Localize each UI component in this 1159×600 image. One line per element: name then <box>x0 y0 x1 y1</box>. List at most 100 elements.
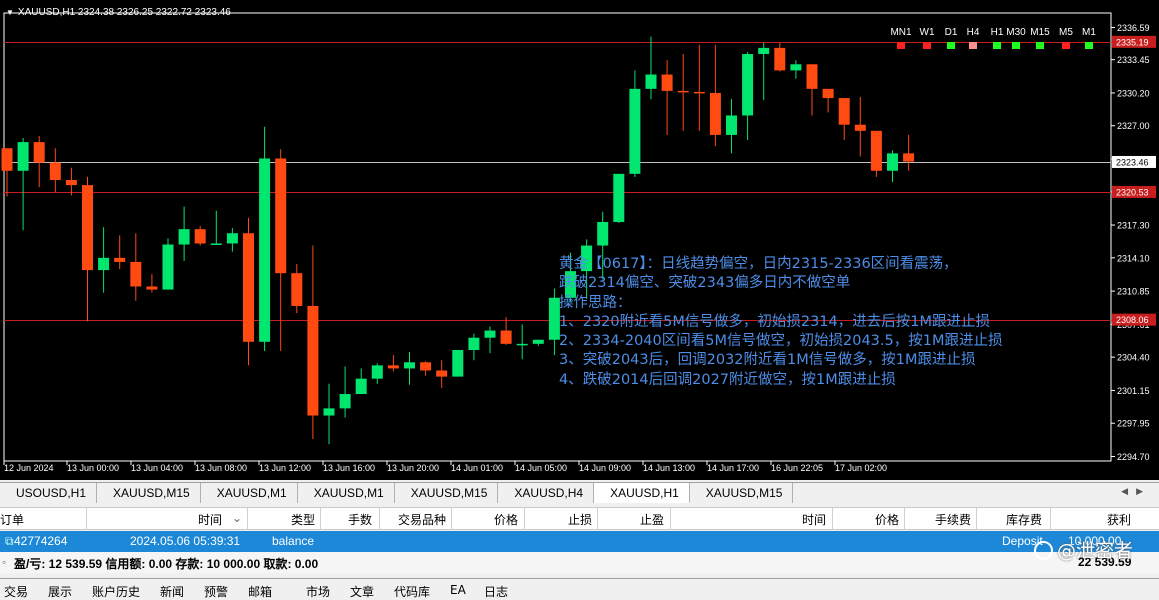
timeframe-mn1: MN1 <box>889 27 913 49</box>
toolbox-tab-trade[interactable]: 交易 <box>4 583 28 600</box>
annotation-line: 黄金【0617】：日线趋势偏空，日内2315-2336区间看震荡， <box>559 256 958 272</box>
collapse-triangle-icon[interactable]: ▼ <box>6 8 14 17</box>
watermark-logo-icon <box>1034 541 1053 560</box>
hline-price-tag: 2320.53 <box>1116 187 1149 197</box>
chart-tab-active[interactable]: XAUUSD,H1 <box>594 483 690 503</box>
timeframe-label: M1 <box>1082 27 1096 38</box>
candle-body <box>291 273 303 306</box>
candle-body <box>210 243 222 245</box>
timeframe-status-icon <box>923 42 931 49</box>
candle-body <box>613 173 625 222</box>
time-tick-label: 13 Jun 16:00 <box>323 463 375 473</box>
timeframe-m1: M1 <box>1077 27 1101 49</box>
timeframe-status-icon <box>897 42 905 49</box>
timeframe-status-icon <box>1062 42 1070 49</box>
chart-tab[interactable]: XAUUSD,M1 <box>298 483 395 503</box>
chart-tab[interactable]: XAUUSD,M15 <box>97 483 201 503</box>
candle-body <box>758 47 770 55</box>
candle-body <box>452 349 464 377</box>
candle-body <box>774 47 786 71</box>
toolbox-tab-alerts[interactable]: 预警 <box>204 583 228 600</box>
toolbox-tab-articles[interactable]: 文章 <box>350 583 374 600</box>
candle-body <box>420 362 432 371</box>
col-swap[interactable]: 库存费 <box>1006 511 1042 528</box>
candle-body <box>82 185 93 271</box>
chart-tab[interactable]: XAUUSD,M15 <box>690 483 794 503</box>
chart-tab[interactable]: XAUUSD,M15 <box>395 483 499 503</box>
sort-desc-icon[interactable]: ⌄ <box>232 511 242 525</box>
time-tick-label: 13 Jun 00:00 <box>67 463 119 473</box>
timeframe-label: M5 <box>1059 27 1073 38</box>
annotation-line: 1、2320附近看5M信号做多，初始损2314，进去后按1M跟进止损 <box>559 313 990 330</box>
chart-tab[interactable]: XAUUSD,M1 <box>201 483 298 503</box>
candle-body <box>677 90 689 93</box>
timeframe-status-icon <box>1036 42 1044 49</box>
col-commission[interactable]: 手续费 <box>935 511 971 528</box>
col-price[interactable]: 价格 <box>494 511 518 528</box>
time-tick-label: 13 Jun 12:00 <box>259 463 311 473</box>
candle-body <box>838 98 850 125</box>
col-close-time[interactable]: 时间 <box>802 511 826 528</box>
balance-row-icon: ⧉ <box>5 534 14 548</box>
toolbox-tab-bar: 交易 展示 账户历史 新闻 预警 邮箱 市场 文章 代码库 EA 日志 <box>0 578 1159 599</box>
time-tick-label: 17 Jun 02:00 <box>835 463 887 473</box>
candle-body <box>468 337 480 350</box>
col-volume[interactable]: 手数 <box>348 511 372 528</box>
hline-price-tag: 2335.19 <box>1116 37 1149 47</box>
symbol-info: ▼ XAUUSD,H1 2324.38 2326.25 2322.72 2323.… <box>6 7 231 18</box>
timeframe-w1: W1 <box>915 27 939 49</box>
candle-body <box>194 229 206 244</box>
toolbox-tab-codebase[interactable]: 代码库 <box>394 583 430 600</box>
toolbox-tab-history[interactable]: 账户历史 <box>92 583 140 600</box>
candle-body <box>162 244 174 290</box>
col-take-profit[interactable]: 止盈 <box>640 511 664 528</box>
toolbox-tab-journal[interactable]: 日志 <box>484 583 508 600</box>
timeframe-label: MN1 <box>890 27 912 38</box>
plot-frame <box>3 12 1112 462</box>
toolbox-tab-exposure[interactable]: 展示 <box>48 583 72 600</box>
candle-body <box>1 148 13 171</box>
annotation-line: 操作思路： <box>559 294 632 311</box>
col-order[interactable]: 订单 <box>0 511 24 528</box>
candle-body <box>226 233 238 244</box>
col-type[interactable]: 类型 <box>291 511 315 528</box>
candle-body <box>307 305 319 416</box>
table-row[interactable]: ⧉ 42774264 2024.05.06 05:39:31 balance D… <box>0 531 1159 552</box>
timeframe-m30: M30 <box>1004 27 1028 49</box>
col-time[interactable]: 时间 <box>198 511 222 528</box>
timeframe-m15: M15 <box>1028 27 1052 49</box>
candle-body <box>887 153 898 171</box>
candle-body <box>806 64 818 89</box>
col-symbol[interactable]: 交易品种 <box>398 511 446 528</box>
tab-scroll-arrows-icon[interactable]: ◀▶ <box>1121 486 1151 497</box>
timeframe-label: W1 <box>919 27 935 38</box>
col-close-price[interactable]: 价格 <box>875 511 899 528</box>
candle-body <box>790 64 802 71</box>
timeframe-d1: D1 <box>939 27 963 49</box>
toolbox-tab-mailbox[interactable]: 邮箱 <box>248 583 272 600</box>
candle-body <box>516 343 528 346</box>
price-tick-label: 2327.00 <box>1117 121 1150 131</box>
candle-body <box>387 365 399 369</box>
candlestick-chart[interactable]: 2336.592333.452330.202327.002323.762320.… <box>0 0 1159 480</box>
summary-icon: ◦ <box>2 555 7 569</box>
col-profit[interactable]: 获利 <box>1107 511 1131 528</box>
timeframe-label: D1 <box>944 27 958 38</box>
time-tick-label: 13 Jun 20:00 <box>387 463 439 473</box>
row-time: 2024.05.06 05:39:31 <box>130 534 241 548</box>
col-stop-loss[interactable]: 止损 <box>568 511 592 528</box>
summary-row: ◦ 盈/亏: 12 539.59 信用额: 0.00 存款: 10 000.00… <box>0 552 1159 573</box>
candle-body <box>726 115 737 135</box>
candle-body <box>339 394 351 409</box>
chart-window[interactable]: 2336.592333.452330.202327.002323.762320.… <box>0 0 1159 480</box>
price-tick-label: 2304.40 <box>1117 353 1150 363</box>
toolbox-tab-news[interactable]: 新闻 <box>160 583 184 600</box>
candle-body <box>130 261 142 287</box>
chart-tab[interactable]: USOUSD,H1 <box>0 483 98 503</box>
time-tick-label: 14 Jun 17:00 <box>707 463 759 473</box>
toolbox-tab-experts[interactable]: EA <box>450 583 466 597</box>
time-tick-label: 16 Jun 22:05 <box>771 463 823 473</box>
candle-body <box>49 162 61 180</box>
toolbox-tab-market[interactable]: 市场 <box>306 583 330 600</box>
chart-tab[interactable]: XAUUSD,H4 <box>498 483 595 503</box>
